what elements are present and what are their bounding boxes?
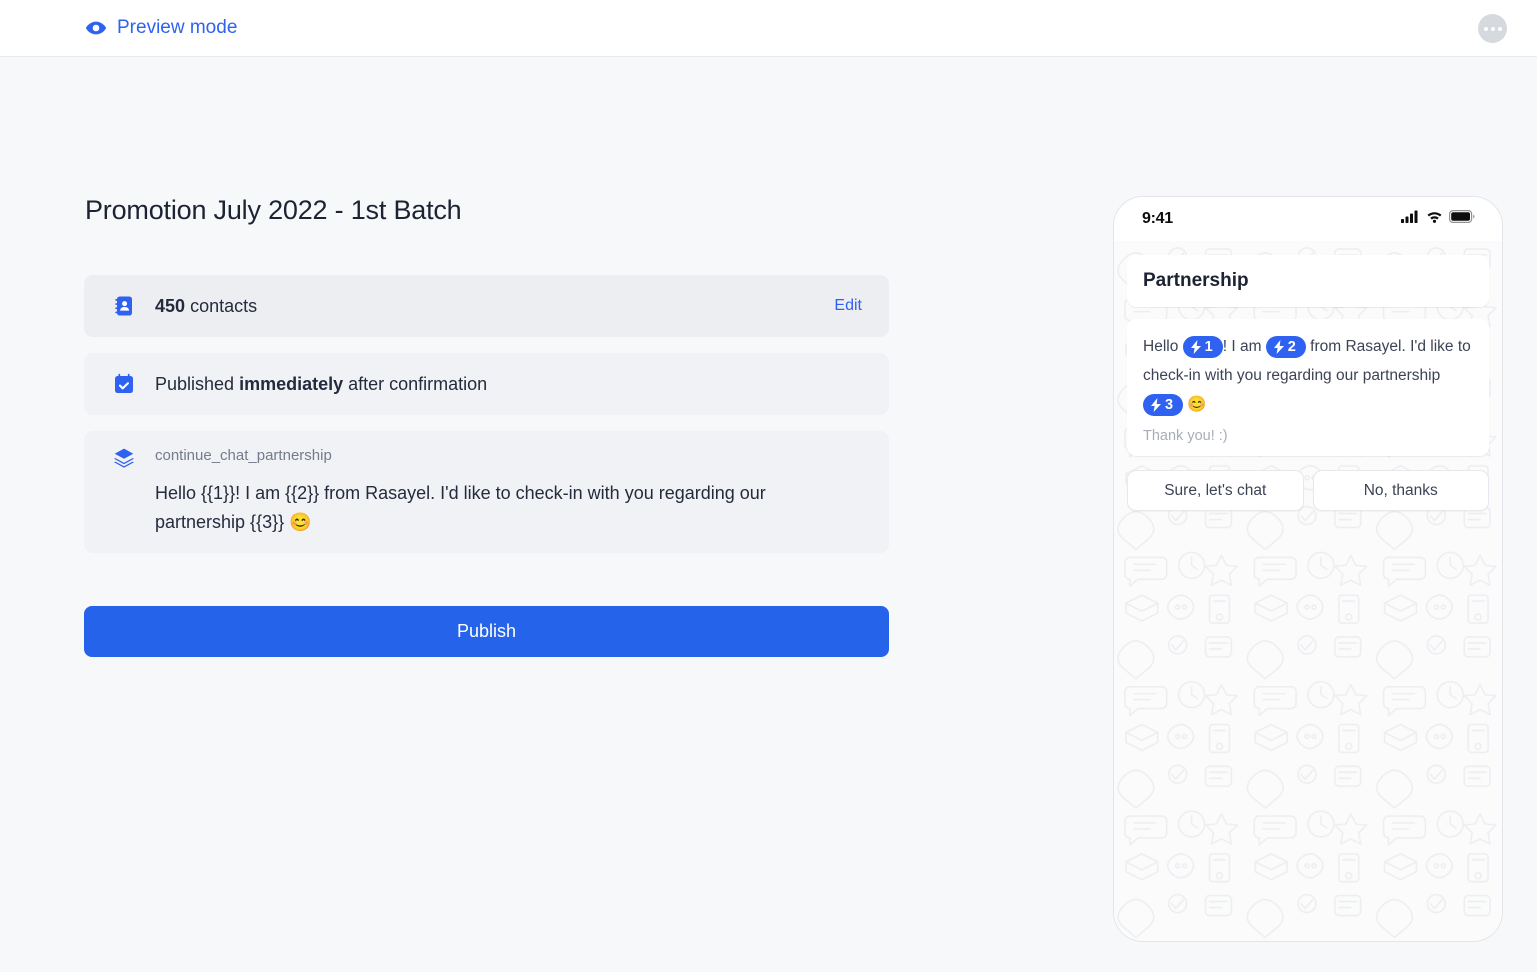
contacts-label: contacts bbox=[190, 295, 258, 316]
message-segment: Hello bbox=[1143, 338, 1183, 355]
more-options-button[interactable] bbox=[1478, 14, 1507, 43]
edit-contacts-link[interactable]: Edit bbox=[834, 297, 862, 315]
chat-message-footer: Thank you! :) bbox=[1143, 428, 1228, 444]
preview-mode-label: Preview mode bbox=[117, 17, 238, 38]
ellipsis-icon bbox=[1490, 26, 1495, 31]
phone-preview: 9:41 Partnership Hello 1 ! I am 2 from R… bbox=[1113, 196, 1503, 942]
placeholder-number: 3 bbox=[1165, 396, 1174, 413]
template-name: continue_chat_partnership bbox=[155, 447, 332, 464]
schedule-summary-card: Published immediately after confirmation bbox=[84, 353, 889, 415]
eye-icon bbox=[85, 17, 107, 39]
publish-button[interactable]: Publish bbox=[84, 606, 889, 657]
chat-header-bubble: Partnership bbox=[1127, 255, 1489, 307]
page-title: Promotion July 2022 - 1st Batch bbox=[85, 195, 462, 225]
placeholder-badge-3: 3 bbox=[1143, 393, 1184, 416]
quick-reply-no-thanks[interactable]: No, thanks bbox=[1312, 470, 1489, 511]
contacts-text: 450 contacts bbox=[155, 296, 257, 317]
schedule-text: Published immediately after confirmation bbox=[155, 374, 487, 395]
contacts-count: 450 bbox=[155, 295, 186, 316]
ellipsis-icon bbox=[1483, 26, 1488, 31]
address-book-icon bbox=[112, 294, 136, 318]
main-content: Promotion July 2022 - 1st Batch 450 cont… bbox=[0, 57, 1537, 972]
phone-status-bar: 9:41 bbox=[1114, 197, 1502, 241]
template-summary-card: continue_chat_partnership Hello {{1}}! I… bbox=[84, 431, 889, 553]
placeholder-number: 1 bbox=[1204, 338, 1213, 355]
chat-message-bubble: Hello 1! I am 2 from Rasayel. I'd like t… bbox=[1127, 319, 1489, 456]
placeholder-badge-2: 2 bbox=[1265, 335, 1306, 358]
status-time: 9:41 bbox=[1142, 210, 1173, 227]
chat-area: Partnership Hello 1! I am 2 from Rasayel… bbox=[1114, 241, 1502, 941]
top-bar: Preview mode bbox=[0, 0, 1537, 57]
battery-icon bbox=[1449, 210, 1475, 228]
contacts-summary-card: 450 contacts Edit bbox=[84, 275, 889, 337]
ellipsis-icon bbox=[1497, 26, 1502, 31]
schedule-emphasis: immediately bbox=[239, 373, 344, 394]
cellular-signal-icon bbox=[1401, 210, 1420, 228]
quick-reply-buttons: Sure, let's chat No, thanks bbox=[1127, 470, 1489, 511]
template-body-text: Hello {{1}}! I am {{2}} from Rasayel. I'… bbox=[155, 483, 766, 532]
layers-icon bbox=[112, 446, 136, 470]
quick-reply-sure[interactable]: Sure, let's chat bbox=[1127, 470, 1304, 511]
placeholder-badge-1: 1 bbox=[1182, 335, 1223, 358]
message-segment: ! I am bbox=[1222, 338, 1266, 355]
calendar-check-icon bbox=[112, 372, 136, 396]
placeholder-number: 2 bbox=[1287, 338, 1296, 355]
message-segment: 😊 bbox=[1183, 396, 1207, 413]
preview-mode-toggle[interactable]: Preview mode bbox=[85, 17, 237, 39]
chat-message-text: Hello 1! I am 2 from Rasayel. I'd like t… bbox=[1143, 332, 1473, 419]
wifi-icon bbox=[1426, 210, 1443, 228]
schedule-suffix: after confirmation bbox=[343, 373, 488, 394]
schedule-prefix: Published bbox=[155, 373, 240, 394]
